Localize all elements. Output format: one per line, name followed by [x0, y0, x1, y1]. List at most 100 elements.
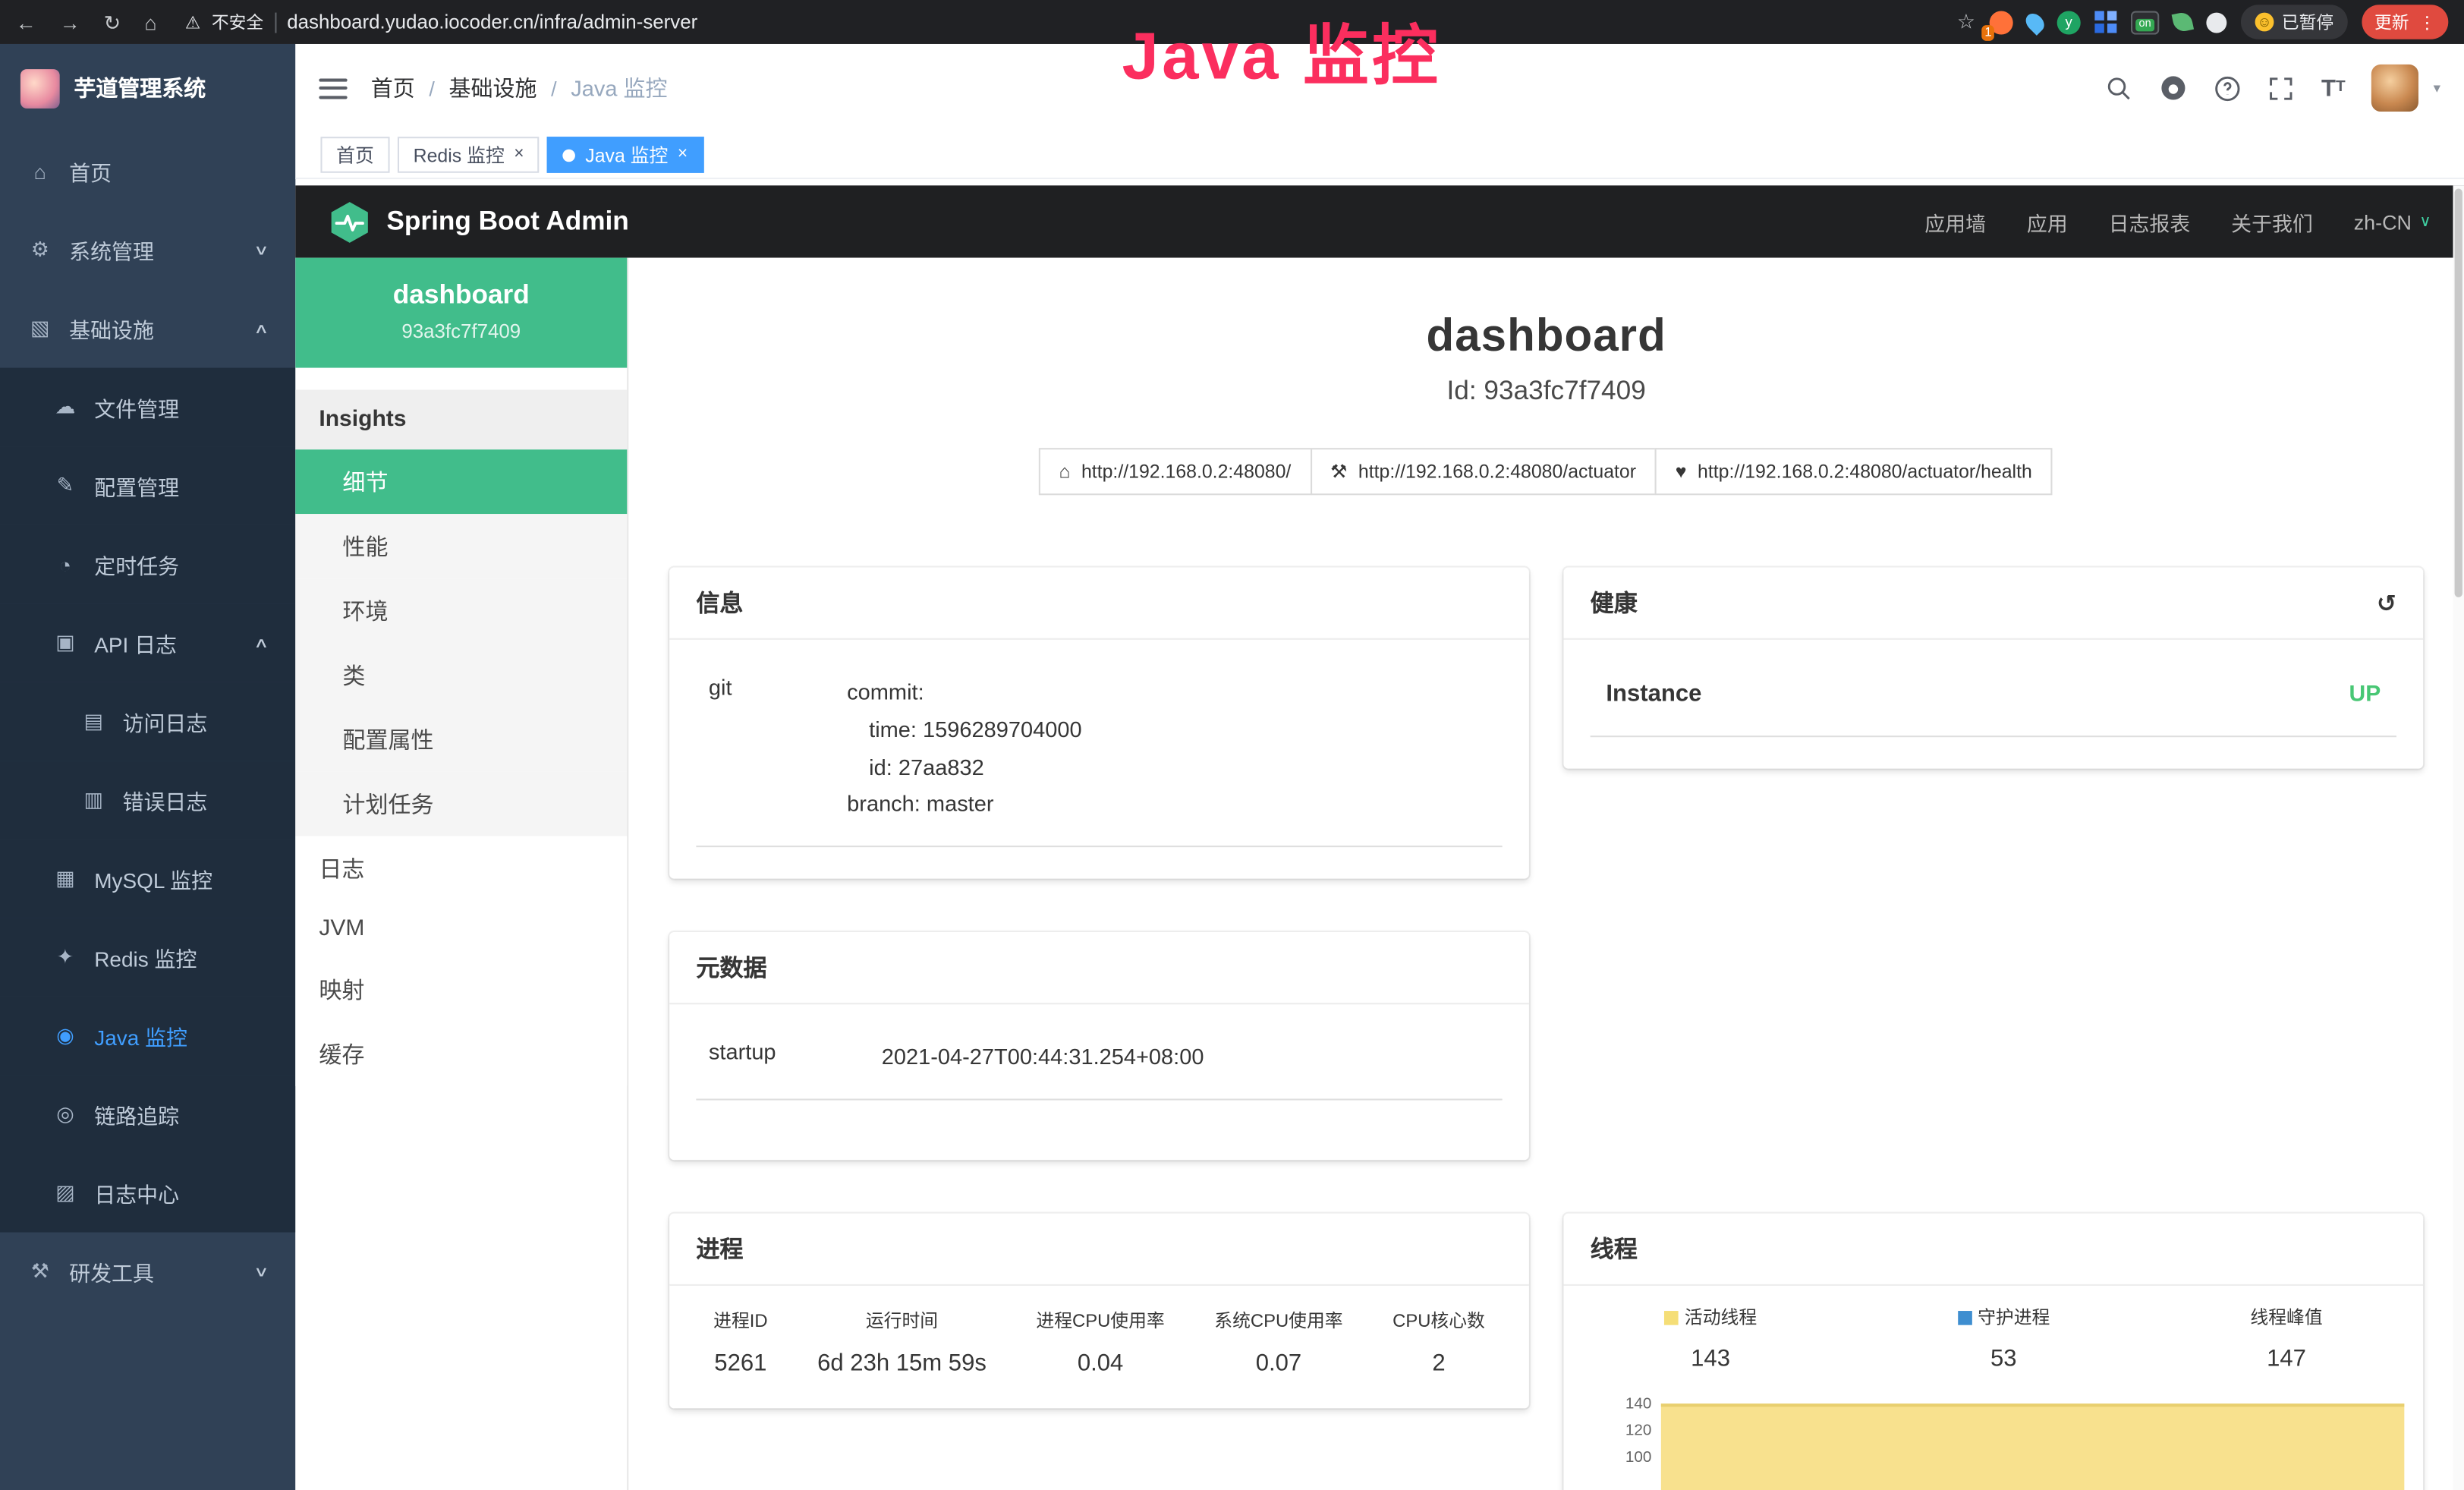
- sba-main: dashboard Id: 93a3fc7f7409 ⌂ http://192.…: [628, 258, 2464, 1490]
- tab-redis-monitor[interactable]: Redis 监控 ×: [398, 137, 540, 173]
- sba-menu-scheduled-tasks[interactable]: 计划任务: [295, 772, 627, 836]
- browser-nav: ← → ↻ ⌂: [16, 12, 157, 33]
- sidebar-item-mysql[interactable]: ▦ MySQL 监控: [0, 840, 295, 918]
- doc-icon: ▥: [82, 787, 105, 812]
- log-icon: ▣: [53, 630, 77, 655]
- info-key: git: [709, 674, 847, 824]
- legend-daemon-threads: 守护进程 53: [1957, 1305, 2050, 1372]
- health-instance-row[interactable]: Instance UP: [1591, 656, 2396, 738]
- bookmark-star-icon[interactable]: ☆: [1957, 9, 1975, 34]
- service-url-link[interactable]: ⌂ http://192.168.0.2:48080/: [1039, 448, 1312, 495]
- chevron-up-icon: ∧: [254, 635, 269, 652]
- sidebar-item-jobs[interactable]: ◔ 定时任务: [0, 525, 295, 604]
- breadcrumb-separator: /: [551, 76, 557, 99]
- sba-menu-section-insights[interactable]: Insights: [295, 390, 627, 450]
- security-warning-icon[interactable]: ⚠: [185, 12, 200, 33]
- sidebar-item-system[interactable]: ⚙ 系统管理 ∨: [0, 210, 295, 289]
- security-label[interactable]: 不安全: [212, 9, 263, 34]
- reload-icon[interactable]: ↻: [104, 12, 121, 33]
- paused-label: 已暂停: [2282, 9, 2333, 34]
- sba-instance-header[interactable]: dashboard 93a3fc7f7409: [295, 258, 627, 368]
- app-logo-title: 芋道管理系统: [74, 72, 206, 103]
- back-icon[interactable]: ←: [16, 12, 36, 33]
- breadcrumb-home[interactable]: 首页: [371, 72, 415, 103]
- info-card: 信息 git commit: time: 1596289704000 id: 2: [669, 568, 1529, 879]
- history-icon[interactable]: ↺: [2377, 589, 2396, 617]
- sba-menu-config-props[interactable]: 配置属性: [295, 707, 627, 772]
- sidebar-item-api-log[interactable]: ▣ API 日志 ∧: [0, 603, 295, 682]
- profile-paused-badge[interactable]: 已暂停: [2241, 5, 2348, 39]
- sba-menu-classes[interactable]: 类: [295, 643, 627, 707]
- process-card: 进程 进程ID 5261 运行时间 6d 23h 15m: [669, 1214, 1529, 1409]
- extension-fox-icon[interactable]: [1990, 10, 2013, 33]
- sba-instance-id: 93a3fc7f7409: [311, 320, 612, 342]
- tab-java-monitor[interactable]: Java 监控 ×: [548, 137, 703, 173]
- search-icon[interactable]: [2106, 74, 2132, 101]
- sba-menu-environment[interactable]: 环境: [295, 578, 627, 643]
- sidebar-item-tracing[interactable]: ◎ 链路追踪: [0, 1075, 295, 1154]
- process-card-title: 进程: [669, 1214, 1529, 1286]
- user-avatar[interactable]: [2372, 65, 2419, 112]
- sba-nav-applications[interactable]: 应用: [2027, 206, 2068, 236]
- browser-menu-icon[interactable]: ⋮: [2418, 12, 2436, 33]
- sidebar-toggle-icon[interactable]: [319, 78, 347, 99]
- sba-nav-journal[interactable]: 日志报表: [2109, 206, 2191, 236]
- extension-drop-icon[interactable]: [2022, 9, 2048, 35]
- doc-icon: ▤: [82, 709, 105, 734]
- sba-brand[interactable]: Spring Boot Admin: [329, 200, 629, 243]
- actuator-url-link[interactable]: ⚒ http://192.168.0.2:48080/actuator: [1310, 448, 1657, 495]
- address-bar[interactable]: ⚠ 不安全 dashboard.yudao.iocoder.cn/infra/a…: [185, 9, 697, 34]
- extension-paw-icon[interactable]: [2206, 12, 2226, 33]
- sba-menu-details[interactable]: 细节: [295, 449, 627, 514]
- update-button[interactable]: 更新 ⋮: [2362, 5, 2448, 39]
- extension-leaf-icon[interactable]: [2172, 11, 2194, 33]
- infra-icon: ▧: [28, 316, 52, 341]
- forward-icon[interactable]: →: [60, 12, 80, 33]
- sba-menu-logs[interactable]: 日志: [295, 836, 627, 901]
- sba-nav-wallboard[interactable]: 应用墙: [1924, 206, 1986, 236]
- font-size-icon[interactable]: TT: [2321, 76, 2346, 99]
- header-actions: TT ▾: [2106, 65, 2440, 112]
- sidebar-item-files[interactable]: ☁ 文件管理: [0, 368, 295, 447]
- scrollbar-thumb[interactable]: [2455, 188, 2462, 597]
- fullscreen-icon[interactable]: [2268, 74, 2295, 101]
- sidebar-item-access-log[interactable]: ▤ 访问日志: [0, 682, 295, 761]
- home-icon: ⌂: [1059, 461, 1070, 483]
- health-url-link[interactable]: ♥ http://192.168.0.2:48080/actuator/heal…: [1655, 448, 2053, 495]
- browser-home-icon[interactable]: ⌂: [144, 12, 156, 33]
- sba-menu-jvm[interactable]: JVM: [295, 901, 627, 958]
- sidebar-item-log-center[interactable]: ▨ 日志中心: [0, 1154, 295, 1233]
- address-divider: [275, 12, 276, 33]
- sba-menu-metrics[interactable]: 性能: [295, 514, 627, 578]
- avatar-caret-icon[interactable]: ▾: [2434, 80, 2440, 97]
- breadcrumb-infra[interactable]: 基础设施: [448, 72, 537, 103]
- extension-green-icon[interactable]: [2057, 10, 2081, 33]
- sidebar-item-error-log[interactable]: ▥ 错误日志: [0, 761, 295, 840]
- extension-grid-icon[interactable]: [2094, 11, 2116, 33]
- threads-card-title: 线程: [1563, 1214, 2423, 1286]
- extension-on-icon[interactable]: [2131, 10, 2159, 33]
- sidebar-item-java-monitor[interactable]: ◉ Java 监控: [0, 997, 295, 1076]
- sba-menu-mappings[interactable]: 映射: [295, 957, 627, 1022]
- github-icon[interactable]: [2160, 74, 2188, 102]
- sba-instance-name: dashboard: [311, 280, 612, 311]
- sba-nav-links: 应用墙 应用 日志报表 关于我们 zh-CN ∨: [1924, 206, 2431, 236]
- sba-nav-about[interactable]: 关于我们: [2231, 206, 2313, 236]
- sidebar-item-config[interactable]: ✎ 配置管理: [0, 446, 295, 525]
- sba-body: dashboard 93a3fc7f7409 Insights 细节 性能 环境…: [295, 258, 2464, 1490]
- close-icon[interactable]: ×: [514, 146, 524, 164]
- close-icon[interactable]: ×: [678, 146, 688, 164]
- tab-home[interactable]: 首页: [320, 137, 389, 173]
- metadata-card-title: 元数据: [669, 932, 1529, 1004]
- sidebar-item-redis[interactable]: ✦ Redis 监控: [0, 918, 295, 997]
- sidebar-item-dev-tools[interactable]: ⚒ 研发工具 ∨: [0, 1233, 295, 1312]
- help-icon[interactable]: [2214, 74, 2241, 101]
- sba-menu-caches[interactable]: 缓存: [295, 1022, 627, 1086]
- scrollbar[interactable]: [2453, 185, 2464, 1490]
- url-text[interactable]: dashboard.yudao.iocoder.cn/infra/admin-s…: [287, 11, 697, 33]
- sba-language-select[interactable]: zh-CN ∨: [2354, 209, 2431, 233]
- sidebar-item-infra[interactable]: ▧ 基础设施 ∧: [0, 289, 295, 368]
- sba-sidebar: dashboard 93a3fc7f7409 Insights 细节 性能 环境…: [295, 258, 628, 1490]
- sidebar-item-home[interactable]: ⌂ 首页: [0, 132, 295, 211]
- app-logo[interactable]: 芋道管理系统: [0, 44, 295, 132]
